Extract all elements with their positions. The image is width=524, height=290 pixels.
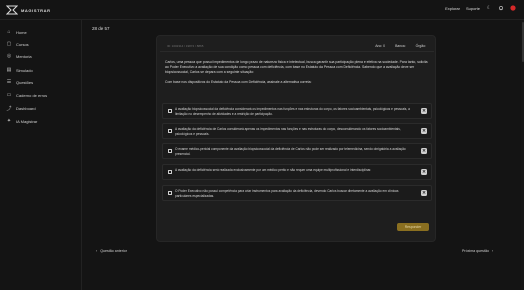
option-checkbox[interactable] (168, 129, 172, 133)
sidebar-item-label: Simulado (16, 67, 33, 73)
meta-organ: Órgão: (415, 44, 426, 48)
sidebar-item-mentoria[interactable]: ◎ Mentoria (6, 52, 32, 60)
answer-option[interactable]: O exame médico-pericial componente da av… (162, 143, 432, 159)
question-command: Com base nos dispositivos do Estatuto da… (165, 80, 312, 84)
option-text: O exame médico-pericial componente da av… (175, 147, 406, 156)
brand-logo[interactable]: MAGISTRAR (6, 4, 51, 16)
meta-year: Ano: 0 (375, 44, 386, 48)
sidebar-item-dashboard[interactable]: ⤴ Dashboard (6, 104, 36, 112)
eliminate-option-icon[interactable]: ✕ (421, 148, 427, 154)
top-nav: Explorar Suporte ☾ (445, 5, 516, 11)
book-icon: ▢ (6, 41, 12, 47)
next-question-label: Próxima questão (462, 249, 489, 253)
previous-question-button[interactable]: ‹ Questão anterior (96, 249, 127, 253)
option-checkbox[interactable] (168, 109, 172, 113)
sidebar-item-questoes[interactable]: ☰ Questões (6, 78, 33, 86)
user-avatar[interactable] (510, 5, 516, 11)
eliminate-option-icon[interactable]: ✕ (421, 169, 427, 175)
questions-icon: ☰ (6, 79, 12, 85)
scrollbar-thumb[interactable] (521, 22, 524, 62)
sidebar-item-label: Cursos (16, 41, 29, 47)
ai-icon: ✦ (6, 118, 12, 124)
meta-board: Banca: (395, 44, 406, 48)
option-checkbox[interactable] (168, 170, 172, 174)
support-link[interactable]: Suporte (466, 6, 480, 11)
question-card: ID: 1002314 / 19874 / 8865 Ano: 0 Banca:… (156, 35, 436, 242)
chevron-right-icon: › (491, 249, 494, 253)
option-checkbox[interactable] (168, 191, 172, 195)
sidebar-item-home[interactable]: ⌂ Home (6, 28, 27, 36)
chevron-left-icon: ‹ (96, 249, 98, 253)
notebook-icon: ▭ (6, 92, 12, 98)
next-question-button[interactable]: Próxima questão › (462, 249, 493, 253)
exam-icon: ▤ (6, 67, 12, 73)
sidebar: ⌂ Home ▢ Cursos ◎ Mentoria ▤ Simulado ☰ … (0, 20, 82, 290)
sidebar-item-caderno-de-erros[interactable]: ▭ Caderno de erros (6, 91, 48, 99)
answer-option[interactable]: A avaliação da deficiência será realizad… (162, 164, 432, 180)
option-text: A avaliação da deficiência será realizad… (175, 168, 372, 172)
question-id: ID: 1002314 / 19874 / 8865 (167, 44, 204, 48)
previous-question-label: Questão anterior (100, 249, 127, 253)
sidebar-item-label: IA Magistrar (16, 118, 38, 124)
mentor-icon: ◎ (6, 53, 12, 59)
dashboard-icon: ⤴ (6, 105, 12, 112)
answer-option[interactable]: A avaliação da deficiência de Carlos con… (162, 123, 432, 139)
brand-name: MAGISTRAR (21, 7, 51, 13)
eliminate-option-icon[interactable]: ✕ (421, 190, 427, 196)
eliminate-option-icon[interactable]: ✕ (421, 128, 427, 134)
theme-toggle-icon[interactable]: ☾ (486, 5, 492, 11)
sidebar-item-label: Dashboard (16, 105, 36, 111)
question-header: ID: 1002314 / 19874 / 8865 Ano: 0 Banca:… (160, 41, 434, 52)
notifications-bell-icon[interactable] (498, 5, 504, 11)
option-text: O Poder Executivo não possui competência… (175, 189, 399, 198)
respond-button[interactable]: Responder (397, 223, 429, 231)
answer-option[interactable]: O Poder Executivo não possui competência… (162, 185, 432, 201)
explore-link[interactable]: Explorar (445, 6, 460, 11)
question-counter: 28 de 57 (92, 26, 110, 31)
sidebar-item-label: Questões (16, 79, 34, 85)
sidebar-item-label: Mentoria (16, 53, 32, 59)
question-stem: Carlos, uma pessoa que possui impediment… (165, 60, 428, 74)
option-text: A avaliação da deficiência de Carlos con… (175, 127, 401, 136)
logo-icon (6, 5, 18, 15)
eliminate-option-icon[interactable]: ✕ (421, 108, 427, 114)
option-text: A avaliação biopsicossocial da deficiênc… (175, 107, 410, 116)
top-bar: MAGISTRAR Explorar Suporte ☾ (0, 0, 524, 20)
home-icon: ⌂ (7, 29, 11, 35)
sidebar-item-label: Home (16, 29, 27, 35)
sidebar-item-cursos[interactable]: ▢ Cursos (6, 40, 29, 48)
sidebar-item-simulado[interactable]: ▤ Simulado (6, 66, 33, 74)
option-checkbox[interactable] (168, 149, 172, 153)
sidebar-item-label: Caderno de erros (16, 92, 48, 98)
answer-option[interactable]: A avaliação biopsicossocial da deficiênc… (162, 103, 432, 119)
question-meta: Ano: 0 Banca: Órgão: (375, 44, 426, 48)
sidebar-item-ia-magistrar[interactable]: ✦ IA Magistrar (6, 117, 37, 125)
